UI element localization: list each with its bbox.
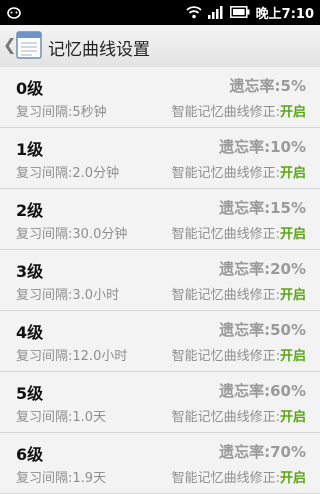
page-title: 记忆曲线设置 [48,40,150,60]
level-label: 4级 [16,323,44,342]
chevron-left-icon[interactable]: ❮ [3,36,16,54]
action-bar: ❮ 记忆曲线设置 [0,25,320,68]
curve-correction-label: 智能记忆曲线修正: [171,105,280,120]
notes-app-icon[interactable] [16,31,42,59]
review-interval: 复习间隔:30.0分钟 [16,223,127,242]
curve-correction-label: 智能记忆曲线修正: [171,166,280,181]
signal-icon [207,5,224,19]
curve-correction: 智能记忆曲线修正:开启 [172,406,306,425]
review-interval: 复习间隔:5秒钟 [16,101,107,120]
curve-correction-status: 开启 [279,410,306,425]
notification-icon [6,4,22,20]
forget-rate-value: 20% [270,260,306,278]
curve-correction: 智能记忆曲线修正:开启 [172,345,306,364]
forget-rate-label: 遗忘率: [229,77,281,95]
curve-correction-label: 智能记忆曲线修正: [171,288,280,303]
review-interval-value: 30.0分钟 [72,227,128,242]
forget-rate-label: 遗忘率: [219,199,271,217]
review-interval-label: 复习间隔: [16,288,73,303]
forget-rate: 遗忘率:70% [219,441,306,462]
forget-rate-value: 60% [270,382,306,400]
review-interval-value: 3.0小时 [72,288,120,303]
curve-correction: 智能记忆曲线修正:开启 [172,223,306,242]
curve-correction: 智能记忆曲线修正:开启 [172,162,306,181]
curve-correction-status: 开启 [279,349,306,364]
curve-correction-label: 智能记忆曲线修正: [171,471,280,486]
forget-rate-label: 遗忘率: [219,321,271,339]
review-interval-label: 复习间隔: [16,105,73,120]
level-row-1[interactable]: 1级 遗忘率:10% 复习间隔:2.0分钟 智能记忆曲线修正:开启 [0,128,320,189]
review-interval-label: 复习间隔: [16,227,73,242]
review-interval-label: 复习间隔: [16,410,73,425]
curve-correction-status: 开启 [279,288,306,303]
forget-rate-label: 遗忘率: [219,382,271,400]
level-label: 0级 [16,79,44,98]
status-icons: 晚上7:10 [186,3,314,22]
curve-correction-status: 开启 [279,166,306,181]
level-label: 1级 [16,140,44,159]
level-list: 0级 遗忘率:5% 复习间隔:5秒钟 智能记忆曲线修正:开启 1级 遗忘率:10… [0,67,320,494]
forget-rate: 遗忘率:50% [219,319,306,340]
review-interval: 复习间隔:12.0小时 [16,345,127,364]
forget-rate-label: 遗忘率: [219,260,271,278]
review-interval-label: 复习间隔: [16,471,73,486]
curve-correction: 智能记忆曲线修正:开启 [172,467,306,486]
battery-icon [229,6,250,18]
level-row-4[interactable]: 4级 遗忘率:50% 复习间隔:12.0小时 智能记忆曲线修正:开启 [0,311,320,372]
forget-rate-value: 15% [270,199,306,217]
level-row-6[interactable]: 6级 遗忘率:70% 复习间隔:1.9天 智能记忆曲线修正:开启 [0,433,320,494]
forget-rate-label: 遗忘率: [219,138,271,156]
review-interval-label: 复习间隔: [16,349,73,364]
curve-correction: 智能记忆曲线修正:开启 [172,284,306,303]
forget-rate-label: 遗忘率: [219,443,271,461]
forget-rate-value: 50% [270,321,306,339]
forget-rate-value: 10% [270,138,306,156]
review-interval: 复习间隔:1.0天 [16,406,106,425]
review-interval: 复习间隔:2.0分钟 [16,162,119,181]
level-label: 5级 [16,384,44,403]
review-interval: 复习间隔:3.0小时 [16,284,119,303]
forget-rate: 遗忘率:10% [219,136,306,157]
forget-rate-value: 70% [270,443,306,461]
status-bar: 晚上7:10 [0,0,320,25]
level-row-0[interactable]: 0级 遗忘率:5% 复习间隔:5秒钟 智能记忆曲线修正:开启 [0,67,320,128]
level-label: 6级 [16,445,44,464]
review-interval-label: 复习间隔: [16,166,73,181]
review-interval-value: 2.0分钟 [72,166,120,181]
curve-correction: 智能记忆曲线修正:开启 [172,101,306,120]
forget-rate-value: 5% [280,77,306,95]
review-interval: 复习间隔:1.9天 [16,467,106,486]
forget-rate: 遗忘率:15% [219,197,306,218]
curve-correction-label: 智能记忆曲线修正: [171,410,280,425]
curve-correction-status: 开启 [279,105,306,120]
review-interval-value: 1.0天 [72,410,107,425]
status-time: 晚上7:10 [255,6,314,22]
forget-rate: 遗忘率:60% [219,380,306,401]
forget-rate: 遗忘率:20% [219,258,306,279]
forget-rate: 遗忘率:5% [230,75,306,96]
review-interval-value: 1.9天 [72,471,107,486]
level-row-3[interactable]: 3级 遗忘率:20% 复习间隔:3.0小时 智能记忆曲线修正:开启 [0,250,320,311]
curve-correction-label: 智能记忆曲线修正: [171,349,280,364]
curve-correction-status: 开启 [279,471,306,486]
level-row-2[interactable]: 2级 遗忘率:15% 复习间隔:30.0分钟 智能记忆曲线修正:开启 [0,189,320,250]
curve-correction-label: 智能记忆曲线修正: [171,227,280,242]
wifi-icon [186,5,202,19]
review-interval-value: 12.0小时 [72,349,128,364]
curve-correction-status: 开启 [279,227,306,242]
review-interval-value: 5秒钟 [72,105,107,120]
level-label: 2级 [16,201,44,220]
level-row-5[interactable]: 5级 遗忘率:60% 复习间隔:1.0天 智能记忆曲线修正:开启 [0,372,320,433]
level-label: 3级 [16,262,44,281]
